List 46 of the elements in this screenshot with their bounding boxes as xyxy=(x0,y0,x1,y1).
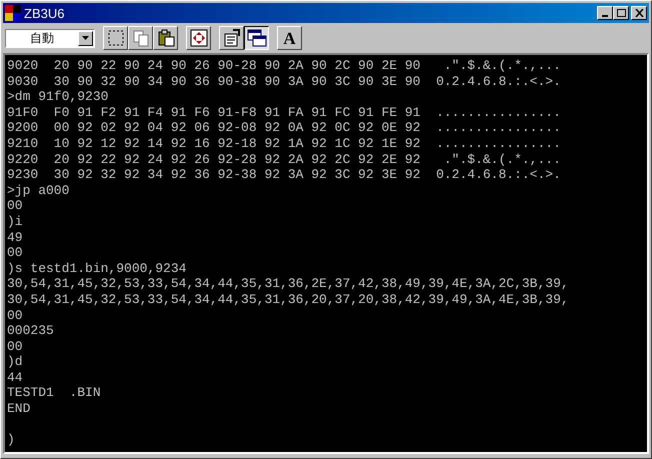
windows-icon xyxy=(246,29,266,47)
font-size-value: 自動 xyxy=(29,30,55,47)
fullscreen-icon xyxy=(190,29,208,47)
console-line: 9220 20 92 22 92 24 92 26 92-28 92 2A 92 2C 92 2E 92 .".$.&.(.*.,... xyxy=(7,152,561,168)
close-button[interactable] xyxy=(631,6,647,20)
paste-button[interactable] xyxy=(153,26,178,50)
console-line: 00 xyxy=(7,338,23,354)
console-line: 44 xyxy=(7,370,23,386)
console-line: 30,54,31,45,32,53,33,54,34,44,35,31,36,20,37,20,38,42,39,49,3A,4E,3B,39, xyxy=(7,292,569,308)
app-icon xyxy=(5,5,21,21)
console-line: )i xyxy=(7,214,23,230)
console-line: 000235 xyxy=(7,323,54,339)
console-line: 00 xyxy=(7,308,23,324)
properties-button[interactable] xyxy=(219,26,244,50)
maximize-icon xyxy=(616,9,626,17)
console-line: 9020 20 90 22 90 24 90 26 90-28 90 2A 90 2C 90 2E 90 .".$.&.(.*.,... xyxy=(7,58,561,74)
font-button[interactable]: A xyxy=(277,26,302,50)
mark-button[interactable] xyxy=(103,26,128,50)
console-line: 9230 30 92 32 92 34 92 36 92-38 92 3A 92 3C 92 3E 92 0.2.4.6.8.:.<.>. xyxy=(7,167,561,183)
console-line: TESTD1 .BIN xyxy=(7,385,101,402)
console-line: 49 xyxy=(7,230,23,246)
console-line: >dm 91f0,9230 xyxy=(7,89,108,105)
console-line: 00 xyxy=(7,245,23,261)
console-line: )s testd1.bin,9000,9234 xyxy=(7,260,186,276)
properties-icon xyxy=(222,29,240,47)
maximize-button[interactable] xyxy=(613,6,629,20)
minimize-button[interactable] xyxy=(597,6,613,20)
caret-icon xyxy=(82,36,89,40)
copy-icon xyxy=(132,29,150,47)
console-line: ) xyxy=(7,432,15,448)
font-size-dropdown[interactable]: 自動 xyxy=(5,28,95,48)
console-line: 91F0 F0 91 F2 91 F4 91 F6 91-F8 91 FA 91 FC 91 FE 91 ................ xyxy=(7,104,561,120)
clipboard-icon xyxy=(156,29,174,47)
select-icon xyxy=(106,29,124,47)
fullscreen-button[interactable] xyxy=(186,26,211,50)
console-line: 00 xyxy=(7,198,23,214)
console-line: 9030 30 90 32 90 34 90 36 90-38 90 3A 90 3C 90 3E 90 0.2.4.6.8.:.<.>. xyxy=(7,74,561,90)
window-title: ZB3U6 xyxy=(24,6,64,20)
console-line: )d xyxy=(7,354,23,370)
console-line: 9200 00 92 02 92 04 92 06 92-08 92 0A 92 0C 92 0E 92 ................ xyxy=(7,120,561,136)
console-line: 9210 10 92 12 92 14 92 16 92-18 92 1A 92 1C 92 1E 92 ................ xyxy=(7,136,561,152)
close-icon xyxy=(634,9,644,17)
console-line: >jp a000 xyxy=(7,182,70,198)
copy-button[interactable] xyxy=(128,26,153,50)
console-line: 30,54,31,45,32,53,33,54,34,44,35,31,36,2E,37,42,38,49,39,4E,3A,2C,3B,39, xyxy=(7,276,569,292)
console-line: END xyxy=(7,401,30,417)
